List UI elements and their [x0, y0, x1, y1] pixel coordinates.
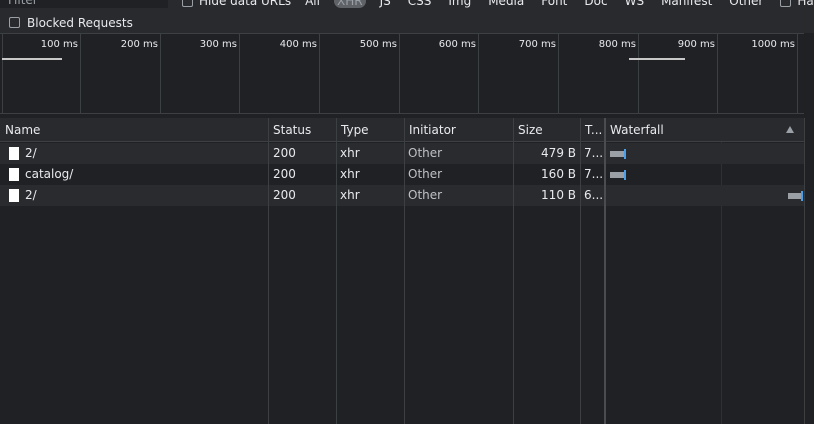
requests-table: Name Status Type Initiator Size T... Wat…	[0, 118, 804, 424]
overview-divider	[797, 34, 798, 114]
sort-ascending-icon[interactable]	[786, 126, 794, 133]
request-status: 200	[273, 188, 296, 202]
overview-tick-label: 1000 ms	[751, 39, 795, 50]
column-header-type[interactable]: Type	[336, 118, 404, 142]
table-header: Name Status Type Initiator Size T... Wat…	[0, 118, 804, 142]
waterfall-divider[interactable]	[604, 118, 606, 424]
request-time: 6...	[584, 188, 604, 202]
overview-divider	[399, 34, 400, 114]
overview-tick-label: 500 ms	[359, 39, 397, 50]
request-size: 479 B	[541, 146, 576, 160]
request-time: 7...	[584, 167, 604, 181]
has-blocked-cookies-label: Has blocked cookies	[797, 0, 814, 8]
request-time: 7...	[584, 146, 604, 160]
type-filter-css[interactable]: CSS	[405, 0, 435, 8]
overview-tick-label: 800 ms	[598, 39, 636, 50]
overview-divider	[239, 34, 240, 114]
request-type: xhr	[340, 146, 360, 160]
waterfall-bar	[788, 193, 801, 199]
type-filter-doc[interactable]: Doc	[581, 0, 610, 8]
type-filter-ws[interactable]: WS	[622, 0, 647, 8]
overview-divider	[160, 34, 161, 114]
table-scrollbar[interactable]	[804, 118, 814, 424]
hide-data-urls-checkbox[interactable]	[182, 0, 193, 7]
type-filter-manifest[interactable]: Manifest	[658, 0, 715, 8]
document-icon	[9, 168, 19, 181]
column-divider[interactable]	[580, 118, 581, 424]
request-status: 200	[273, 167, 296, 181]
column-header-size[interactable]: Size	[513, 118, 580, 142]
overview-request-bar	[2, 58, 62, 60]
overview-tick-label: 900 ms	[677, 39, 715, 50]
overview-divider	[478, 34, 479, 114]
document-icon	[9, 189, 19, 202]
request-size: 110 B	[541, 188, 576, 202]
request-type: xhr	[340, 167, 360, 181]
overview-request-bar	[629, 58, 685, 60]
filter-toolbar: Filter Hide data URLs All XHR JS CSS Img…	[0, 0, 814, 12]
type-filter-js[interactable]: JS	[377, 0, 394, 8]
overview-divider	[558, 34, 559, 114]
type-filter-all[interactable]: All	[302, 0, 323, 8]
request-initiator: Other	[408, 188, 443, 202]
request-status: 200	[273, 146, 296, 160]
overview-divider	[80, 34, 81, 114]
overview-divider	[717, 34, 718, 114]
overview-timeline[interactable]: 100 ms 200 ms 300 ms 400 ms 500 ms 600 m…	[0, 33, 814, 114]
blocked-requests-label: Blocked Requests	[27, 15, 133, 30]
table-row[interactable]: 2/ 200 xhr Other 110 B 6...	[0, 185, 804, 206]
type-filter-xhr[interactable]: XHR	[333, 0, 366, 8]
blocked-requests-checkbox[interactable]	[9, 17, 20, 28]
column-divider[interactable]	[336, 118, 337, 424]
filter-options: Hide data URLs All XHR JS CSS Img Media …	[182, 0, 814, 8]
overview-tick-label: 100 ms	[40, 39, 78, 50]
request-size: 160 B	[541, 167, 576, 181]
column-header-initiator[interactable]: Initiator	[404, 118, 513, 142]
waterfall-download-tick	[624, 149, 626, 159]
request-name: 2/	[25, 146, 37, 160]
type-filter-font[interactable]: Font	[538, 0, 570, 8]
request-type: xhr	[340, 188, 360, 202]
type-filter-img[interactable]: Img	[445, 0, 474, 8]
document-icon	[9, 147, 19, 160]
column-header-name[interactable]: Name	[0, 118, 268, 142]
table-row[interactable]: catalog/ 200 xhr Other 160 B 7...	[0, 164, 804, 185]
overview-divider	[638, 34, 639, 114]
overview-tick-label: 200 ms	[120, 39, 158, 50]
overview-divider	[319, 34, 320, 114]
waterfall-bar	[610, 151, 624, 157]
column-divider[interactable]	[513, 118, 514, 424]
waterfall-download-tick	[801, 191, 803, 201]
hide-data-urls-label: Hide data URLs	[199, 0, 292, 8]
overview-scrollbar[interactable]	[804, 33, 814, 118]
blocked-requests-row: Blocked Requests	[0, 12, 814, 33]
overview-tick-label: 400 ms	[279, 39, 317, 50]
request-initiator: Other	[408, 167, 443, 181]
overview-tick-label: 700 ms	[518, 39, 556, 50]
column-header-waterfall[interactable]: Waterfall	[605, 118, 804, 142]
overview-divider	[2, 34, 3, 114]
filter-input[interactable]: Filter	[0, 0, 168, 8]
type-filter-other[interactable]: Other	[726, 0, 766, 8]
overview-tick-label: 600 ms	[438, 39, 476, 50]
table-row[interactable]: 2/ 200 xhr Other 479 B 7...	[0, 143, 804, 164]
column-divider[interactable]	[268, 118, 269, 424]
column-header-status[interactable]: Status	[268, 118, 336, 142]
column-divider[interactable]	[404, 118, 405, 424]
request-name: catalog/	[25, 167, 74, 181]
overview-tick-label: 300 ms	[199, 39, 237, 50]
waterfall-bar	[610, 172, 624, 178]
waterfall-download-tick	[624, 170, 626, 180]
request-initiator: Other	[408, 146, 443, 160]
type-filter-media[interactable]: Media	[485, 0, 527, 8]
has-blocked-cookies-checkbox[interactable]	[780, 0, 792, 7]
column-header-time[interactable]: T...	[580, 118, 604, 142]
request-name: 2/	[25, 188, 37, 202]
